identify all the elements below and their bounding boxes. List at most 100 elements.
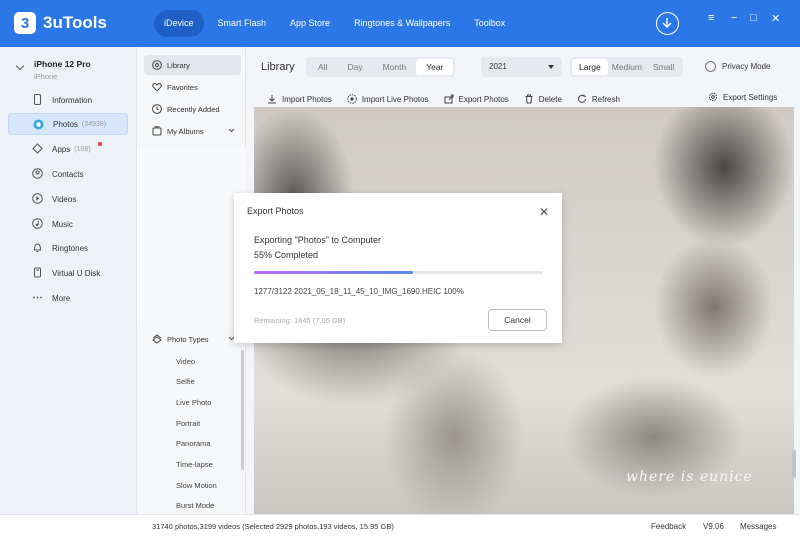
panel-item-recently-added[interactable]: Recently Added <box>144 99 241 119</box>
sidebar-item-apps[interactable]: Apps (108) <box>8 138 128 160</box>
messages-link[interactable]: Messages <box>740 522 776 531</box>
nav-idevice[interactable]: iDevice <box>154 10 204 37</box>
sidebar-item-label: Information <box>52 95 93 105</box>
photos-icon <box>33 119 44 130</box>
top-nav: iDevice Smart Flash App Store Ringtones … <box>154 10 519 37</box>
privacy-mode-label: Privacy Mode <box>722 62 771 71</box>
panel-item-favorites[interactable]: Favorites <box>144 77 241 97</box>
sidebar-item-more[interactable]: More <box>8 287 128 309</box>
export-progress-bar <box>254 271 543 274</box>
import-photos-button[interactable]: Import Photos <box>267 94 332 104</box>
export-settings-button[interactable]: Export Settings <box>708 92 777 102</box>
device-type: iPhone <box>34 72 58 81</box>
sidebar-item-label: More <box>52 293 71 303</box>
panel-item-label: My Albums <box>167 126 204 136</box>
device-sidebar: iPhone 12 Pro iPhone Information Photos … <box>0 47 137 514</box>
import-photos-label: Import Photos <box>282 94 332 104</box>
export-settings-label: Export Settings <box>723 92 778 102</box>
photo-type-live-photo[interactable]: Live Photo <box>176 398 211 407</box>
apps-count: (108) <box>74 145 91 153</box>
privacy-mode-toggle[interactable]: Privacy Mode <box>705 61 770 72</box>
phone-icon <box>32 94 43 105</box>
device-name: iPhone 12 Pro <box>34 59 91 69</box>
size-medium[interactable]: Medium <box>608 59 646 75</box>
sidebar-item-label: Contacts <box>52 169 84 179</box>
refresh-button[interactable]: Refresh <box>577 94 620 104</box>
nav-ringtones-wallpapers[interactable]: Ringtones & Wallpapers <box>344 10 460 37</box>
photo-type-panorama[interactable]: Panorama <box>176 439 211 448</box>
year-value: 2021 <box>489 62 507 71</box>
delete-label: Delete <box>538 94 562 104</box>
caret-down-icon <box>548 65 554 69</box>
close-icon[interactable]: ✕ <box>539 205 549 219</box>
photo-type-time-lapse[interactable]: Time-lapse <box>176 460 213 469</box>
main-scrollbar[interactable] <box>792 450 796 478</box>
status-bar: 31740 photos,3199 videos (Selected 2929 … <box>0 514 800 538</box>
remaining-text: Remaining: 1845 (7.05 GB) <box>254 316 346 325</box>
chevron-down-icon[interactable] <box>228 127 235 134</box>
panel-item-label: Recently Added <box>167 104 220 114</box>
app-name: 3uTools <box>43 13 107 32</box>
export-icon <box>444 94 454 104</box>
music-icon <box>32 218 43 229</box>
cancel-button[interactable]: Cancel <box>488 309 547 331</box>
close-icon[interactable]: ✕ <box>771 12 780 25</box>
refresh-icon <box>577 94 587 104</box>
live-photo-icon <box>347 94 357 104</box>
period-all[interactable]: All <box>308 59 337 75</box>
sidebar-item-label: Music <box>52 219 73 229</box>
maximize-icon[interactable]: □ <box>750 12 757 24</box>
panel-scrollbar[interactable] <box>241 350 244 470</box>
sidebar-item-label: Virtual U Disk <box>52 268 101 278</box>
delete-button[interactable]: Delete <box>524 94 562 104</box>
sidebar-item-label: Ringtones <box>52 243 89 253</box>
dialog-title: Export Photos <box>247 206 304 216</box>
refresh-label: Refresh <box>591 94 620 104</box>
period-month[interactable]: Month <box>373 59 417 75</box>
photo-type-slow-motion[interactable]: Slow Motion <box>176 481 217 490</box>
photo-type-selfie[interactable]: Selfie <box>176 377 195 386</box>
export-photos-button[interactable]: Export Photos <box>444 94 509 104</box>
sidebar-item-contacts[interactable]: Contacts <box>8 163 128 185</box>
videos-icon <box>32 193 43 204</box>
panel-item-my-albums[interactable]: My Albums <box>144 121 241 141</box>
sidebar-item-information[interactable]: Information <box>8 89 128 111</box>
nav-toolbox[interactable]: Toolbox <box>464 10 515 37</box>
sidebar-item-virtual-u-disk[interactable]: Virtual U Disk <box>8 262 128 284</box>
trash-icon <box>524 94 534 104</box>
feedback-link[interactable]: Feedback <box>651 522 686 531</box>
sidebar-item-ringtones[interactable]: Ringtones <box>8 237 128 259</box>
panel-blank-area <box>137 147 246 327</box>
photos-count: (34939) <box>81 120 107 128</box>
year-dropdown[interactable]: 2021 <box>481 57 562 77</box>
sidebar-item-videos[interactable]: Videos <box>8 188 128 210</box>
chevron-down-icon[interactable] <box>15 61 25 71</box>
import-live-photos-label: Import Live Photos <box>361 94 429 104</box>
size-large[interactable]: Large <box>572 59 608 75</box>
library-icon <box>152 60 162 70</box>
size-small[interactable]: Small <box>646 59 681 75</box>
panel-item-photo-types[interactable]: Photo Types <box>144 329 241 349</box>
panel-item-library[interactable]: Library <box>144 55 241 75</box>
action-bar: Import Photos Import Live Photos Export … <box>267 92 635 106</box>
download-icon[interactable] <box>656 12 679 35</box>
nav-app-store[interactable]: App Store <box>280 10 340 37</box>
size-selector: Large Medium Small <box>570 57 684 77</box>
sidebar-item-photos[interactable]: Photos (34939) <box>8 113 128 135</box>
period-year[interactable]: Year <box>416 59 454 75</box>
photo-type-video[interactable]: Video <box>176 357 195 366</box>
library-summary: 31740 photos,3199 videos (Selected 2929 … <box>152 522 394 531</box>
radio-icon <box>705 61 716 72</box>
panel-item-label: Library <box>167 60 190 70</box>
import-live-photos-button[interactable]: Import Live Photos <box>347 94 429 104</box>
menu-icon[interactable]: ≡ <box>708 12 714 24</box>
contacts-icon <box>32 168 43 179</box>
bell-icon <box>32 242 43 253</box>
minimize-icon[interactable]: − <box>731 12 737 24</box>
nav-smart-flash[interactable]: Smart Flash <box>208 10 277 37</box>
photo-types-icon <box>152 334 162 344</box>
period-day[interactable]: Day <box>337 59 372 75</box>
sidebar-item-music[interactable]: Music <box>8 213 128 235</box>
photo-type-burst-mode[interactable]: Burst Mode <box>176 501 214 510</box>
photo-type-portrait[interactable]: Portrait <box>176 419 200 428</box>
